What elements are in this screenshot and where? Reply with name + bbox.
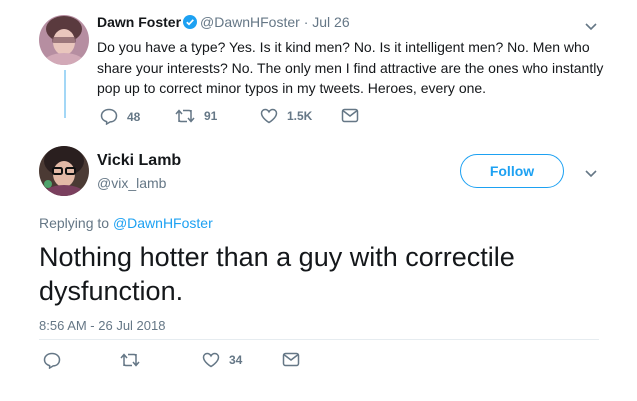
replying-to-prefix: Replying to (39, 215, 110, 231)
heart-icon (202, 352, 220, 368)
main-tweet-timestamp[interactable]: 8:56 AM - 26 Jul 2018 (39, 318, 165, 333)
follow-button[interactable]: Follow (460, 154, 564, 188)
thread-connector-line (64, 70, 66, 118)
retweet-icon (120, 353, 140, 367)
avatar-dawn-foster[interactable] (39, 15, 89, 65)
parent-tweet-header: Dawn Foster @DawnHFoster · Jul 26 (97, 14, 350, 32)
direct-message-button[interactable] (341, 108, 368, 123)
reply-icon (43, 352, 61, 369)
replying-to-line: Replying to @DawnHFoster (39, 215, 213, 231)
main-author-name[interactable]: Vicki Lamb (97, 152, 181, 170)
parent-author-name[interactable]: Dawn Foster (97, 14, 181, 30)
reply-count: 48 (127, 109, 141, 124)
like-count: 34 (229, 353, 243, 367)
verified-badge-icon (183, 15, 198, 32)
heart-icon (260, 108, 278, 124)
like-count: 1.5K (287, 109, 313, 123)
reply-button[interactable] (43, 352, 70, 369)
envelope-icon (341, 108, 359, 123)
main-author-handle[interactable]: @vix_lamb (97, 175, 166, 191)
reply-icon (100, 108, 118, 125)
reply-button[interactable]: 48 (100, 108, 140, 125)
chevron-down-icon[interactable] (584, 19, 598, 37)
like-button[interactable]: 1.5K (260, 108, 312, 124)
parent-tweet-text: Do you have a type? Yes. Is it kind men?… (97, 39, 604, 96)
divider (39, 339, 599, 340)
parent-tweet-date[interactable]: Jul 26 (312, 14, 349, 30)
like-button[interactable]: 34 (202, 352, 242, 368)
chevron-down-icon[interactable] (584, 166, 598, 184)
direct-message-button[interactable] (282, 352, 309, 367)
retweet-icon (175, 109, 195, 123)
parent-author-handle[interactable]: @DawnHFoster (200, 14, 300, 30)
envelope-icon (282, 352, 300, 367)
retweet-button[interactable] (120, 352, 149, 368)
replying-to-link[interactable]: @DawnHFoster (113, 215, 213, 231)
avatar-vicki-lamb[interactable] (39, 146, 89, 196)
main-tweet-text: Nothing hotter than a guy with correctil… (39, 242, 515, 306)
retweet-button[interactable]: 91 (175, 108, 217, 124)
retweet-count: 91 (204, 109, 218, 123)
date-separator: · (303, 14, 309, 30)
